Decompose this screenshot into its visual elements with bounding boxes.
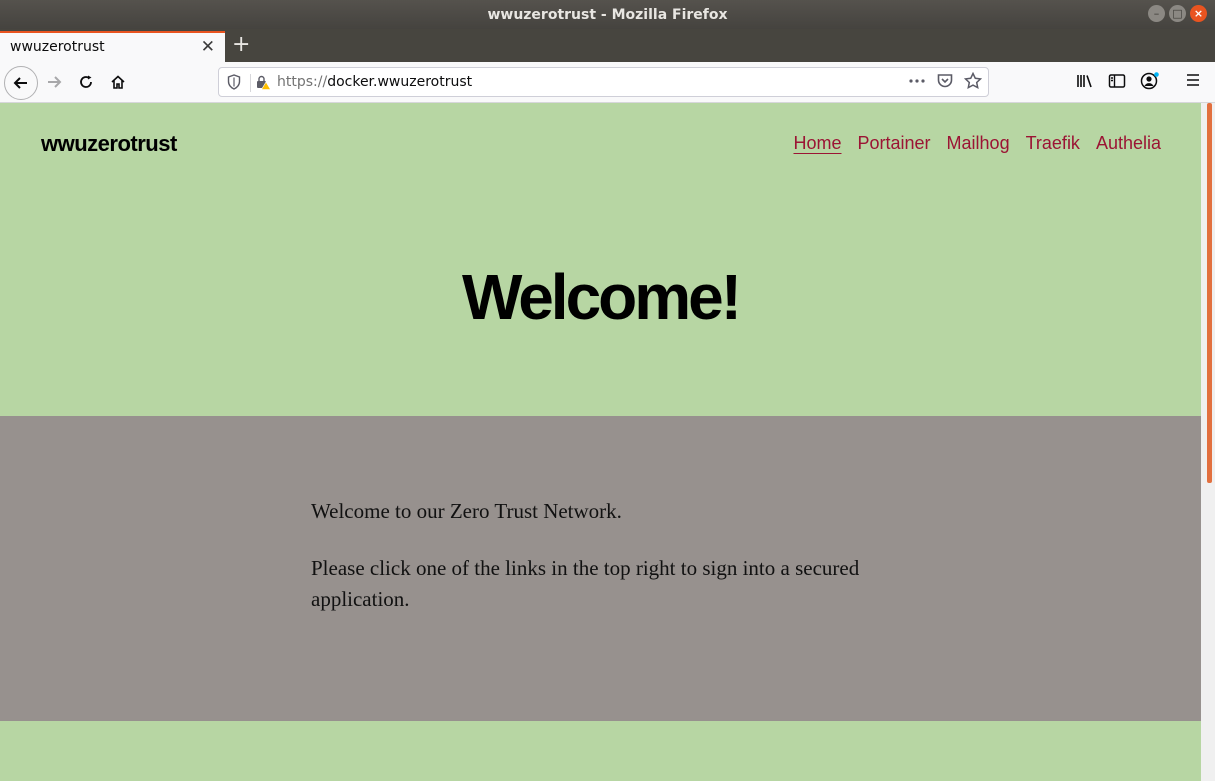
- navigation-toolbar: https://docker.wwuzerotrust: [0, 62, 1215, 103]
- tab-title: wwuzerotrust: [10, 39, 105, 55]
- bookmark-star-icon[interactable]: [964, 72, 982, 90]
- window-title: wwuzerotrust - Mozilla Firefox: [487, 6, 728, 23]
- nav-link-mailhog[interactable]: Mailhog: [947, 133, 1010, 154]
- new-tab-icon[interactable]: +: [232, 32, 250, 57]
- page-heading: Welcome!: [461, 261, 742, 333]
- pocket-icon[interactable]: [936, 72, 954, 90]
- nav-link-portainer[interactable]: Portainer: [858, 133, 931, 154]
- more-actions-icon[interactable]: [908, 72, 926, 90]
- tab-active[interactable]: wwuzerotrust ✕: [0, 31, 225, 62]
- window-controls: – □ ×: [1148, 5, 1207, 22]
- account-icon[interactable]: [1140, 72, 1160, 90]
- site-title[interactable]: wwuzerotrust: [41, 131, 177, 157]
- footer-section: [0, 721, 1201, 781]
- lock-warning-icon[interactable]: [255, 74, 271, 90]
- reload-icon[interactable]: [70, 66, 102, 98]
- url-host: docker.wwuzerotrust: [327, 74, 473, 90]
- sidebar-icon[interactable]: [1108, 73, 1126, 89]
- close-icon[interactable]: ×: [1190, 5, 1207, 22]
- url-separator: [250, 74, 251, 92]
- url-actions: [908, 72, 982, 90]
- instruction-paragraph: Please click one of the links in the top…: [311, 556, 860, 611]
- tab-strip: wwuzerotrust ✕ +: [0, 29, 1215, 62]
- nav-link-home[interactable]: Home: [793, 133, 841, 154]
- nav-link-traefik[interactable]: Traefik: [1026, 133, 1080, 154]
- page-scrollbar[interactable]: [1201, 103, 1215, 781]
- page-viewport: wwuzerotrust Home Portainer Mailhog Trae…: [0, 103, 1201, 781]
- site-navigation: Home Portainer Mailhog Traefik Authelia: [793, 133, 1161, 154]
- url-protocol: https://: [277, 74, 328, 90]
- menu-icon[interactable]: [1184, 72, 1202, 88]
- toolbar-icons: [1076, 72, 1160, 90]
- url-bar[interactable]: https://docker.wwuzerotrust: [218, 67, 989, 97]
- library-icon[interactable]: [1076, 73, 1094, 89]
- scrollbar-thumb[interactable]: [1207, 103, 1212, 483]
- intro-paragraph: Welcome to our Zero Trust Network.: [311, 499, 622, 523]
- window-titlebar: wwuzerotrust - Mozilla Firefox – □ ×: [0, 0, 1215, 29]
- tab-close-icon[interactable]: ✕: [201, 37, 215, 57]
- maximize-icon[interactable]: □: [1169, 5, 1186, 22]
- shield-icon[interactable]: [227, 74, 241, 90]
- minimize-icon[interactable]: –: [1148, 5, 1165, 22]
- content-section: Welcome to our Zero Trust Network. Pleas…: [0, 416, 1201, 721]
- back-icon[interactable]: [4, 66, 38, 100]
- nav-link-authelia[interactable]: Authelia: [1096, 133, 1161, 154]
- url-text[interactable]: https://docker.wwuzerotrust: [277, 74, 472, 90]
- forward-icon[interactable]: [38, 66, 70, 98]
- home-icon[interactable]: [102, 66, 134, 98]
- hero-section: wwuzerotrust Home Portainer Mailhog Trae…: [0, 103, 1201, 416]
